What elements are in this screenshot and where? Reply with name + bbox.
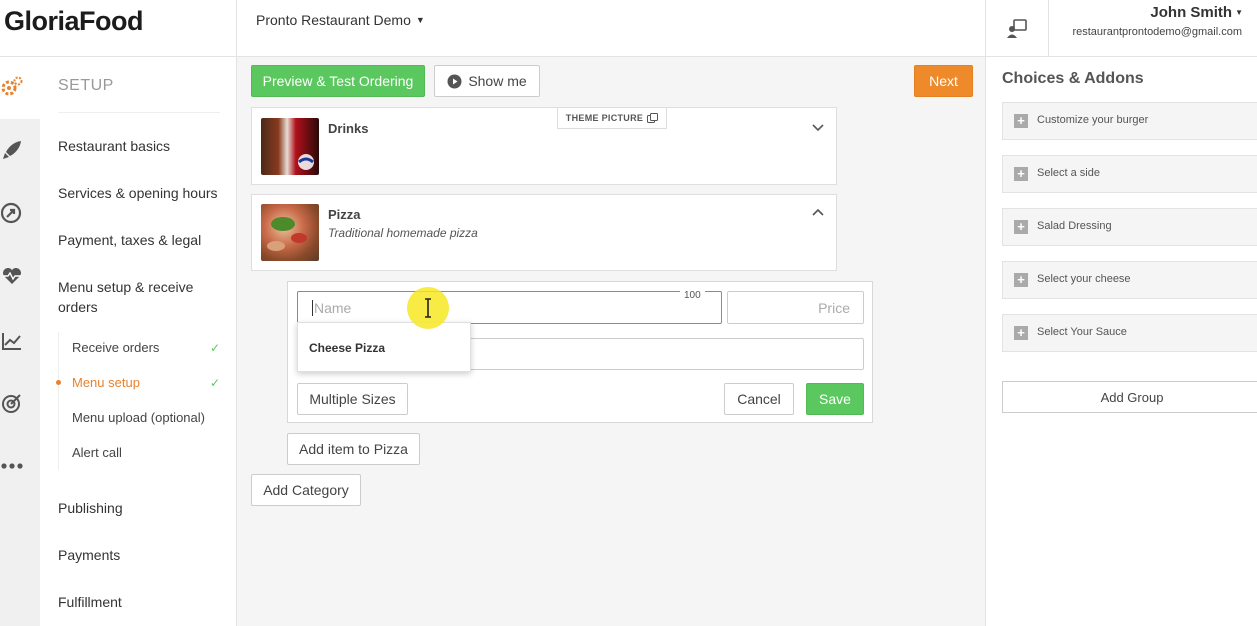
nav-menu-setup-receive-orders[interactable]: Menu setup & receive orders [58,277,208,317]
caret-down-icon: ▼ [415,15,425,25]
category-description: Traditional homemade pizza [328,226,478,240]
subnav-label: Menu setup [72,375,140,390]
user-email: restaurantprontodemo@gmail.com [1072,26,1242,38]
item-name-placeholder: Name [314,299,352,316]
add-group-button[interactable]: Add Group [1002,381,1257,413]
addon-group-label: Customize your burger [1037,114,1149,126]
cancel-button[interactable]: Cancel [724,383,794,415]
plus-icon: + [1014,167,1028,181]
multiple-sizes-button[interactable]: Multiple Sizes [297,383,408,415]
subnav-label: Menu upload (optional) [72,410,205,425]
user-name: John Smith [1150,4,1233,21]
cursor-highlight [407,287,449,329]
nav-publishing[interactable]: Publishing [58,498,228,518]
plus-icon: + [1014,273,1028,287]
support-button[interactable] [985,0,1049,57]
chart-line-icon[interactable] [0,328,24,354]
nav-payments[interactable]: Payments [58,545,228,565]
active-dot-icon [56,380,61,385]
addon-group-label: Select Your Sauce [1037,326,1127,338]
category-card-pizza[interactable]: Pizza Traditional homemade pizza [251,194,837,271]
setup-sidebar: SETUP Restaurant basics Services & openi… [40,57,237,626]
addon-group-label: Select your cheese [1037,273,1131,285]
more-dots-icon[interactable] [0,453,24,479]
name-suggestion-dropdown: Cheese Pizza [297,322,471,372]
divider [58,112,220,113]
top-header: GloriaFood Pronto Restaurant Demo ▼ John … [0,0,1257,57]
check-icon: ✓ [209,341,220,355]
text-cursor-icon [425,298,431,318]
category-card-drinks[interactable]: Drinks [251,107,837,185]
chevron-up-icon[interactable] [812,207,824,219]
addon-group[interactable]: + Customize your burger [1002,102,1257,140]
setup-title: SETUP [58,77,114,94]
addon-group[interactable]: + Select your cheese [1002,261,1257,299]
drinks-thumbnail [261,118,319,175]
copy-icon [647,112,659,123]
heart-pulse-icon[interactable] [0,263,24,289]
chevron-down-icon[interactable] [812,121,824,133]
play-circle-icon [447,74,462,88]
caret-down-icon: ▼ [1235,8,1243,17]
nav-restaurant-basics[interactable]: Restaurant basics [58,136,228,156]
plus-icon: + [1014,220,1028,234]
item-name-input[interactable]: Name 100 [297,290,722,324]
addon-group-label: Select a side [1037,167,1100,179]
next-button[interactable]: Next [914,65,973,97]
subnav-line [58,332,59,470]
arrow-circle-icon[interactable] [0,200,24,226]
save-button[interactable]: Save [806,383,864,415]
panel-title: Choices & Addons [1002,70,1144,87]
plus-icon: + [1014,114,1028,128]
restaurant-selector[interactable]: Pronto Restaurant Demo ▼ [256,12,425,28]
show-me-button[interactable]: Show me [434,65,540,97]
subnav-menu-upload[interactable]: Menu upload (optional) [72,410,222,425]
gears-icon[interactable] [0,73,24,99]
theme-picture-button[interactable]: THEME PICTURE [557,107,667,129]
add-item-form: Name 100 Price Cheese Pizza Multiple Siz… [287,281,873,423]
preview-test-ordering-button[interactable]: Preview & Test Ordering [251,65,425,97]
show-me-label: Show me [468,73,527,89]
addon-group[interactable]: + Select a side [1002,155,1257,193]
pizza-thumbnail [261,204,319,261]
item-price-input[interactable]: Price [727,291,864,324]
char-counter: 100 [680,290,705,301]
nav-services-opening-hours[interactable]: Services & opening hours [58,183,228,203]
plus-icon: + [1014,326,1028,340]
subnav-menu-setup[interactable]: Menu setup [72,375,222,390]
subnav-label: Receive orders [72,340,160,355]
user-menu[interactable]: John Smith ▼ [1150,4,1243,21]
logo-area: GloriaFood [0,0,237,57]
support-agent-icon [1007,18,1027,38]
text-caret [312,300,313,316]
item-price-placeholder: Price [818,299,850,316]
subnav-alert-call[interactable]: Alert call [72,445,222,460]
add-item-button[interactable]: Add item to Pizza [287,433,420,465]
theme-picture-label: THEME PICTURE [565,113,644,123]
nav-payment-taxes-legal[interactable]: Payment, taxes & legal [58,230,228,250]
choices-addons-panel: Choices & Addons + Customize your burger … [985,57,1257,626]
category-name: Drinks [328,121,369,136]
subnav-label: Alert call [72,445,122,460]
gloriafood-logo[interactable]: GloriaFood [4,6,144,37]
category-name: Pizza [328,207,361,222]
addon-group[interactable]: + Select Your Sauce [1002,314,1257,352]
add-category-button[interactable]: Add Category [251,474,361,506]
icon-rail [0,57,40,626]
addon-group[interactable]: + Salad Dressing [1002,208,1257,246]
menu-editor: Preview & Test Ordering Show me Next Dri… [237,57,985,626]
nav-fulfillment[interactable]: Fulfillment [58,592,228,612]
target-icon[interactable] [0,390,24,416]
rocket-icon[interactable] [0,137,24,163]
suggestion-cheese-pizza[interactable]: Cheese Pizza [309,341,385,355]
subnav-receive-orders[interactable]: Receive orders [72,340,222,355]
restaurant-name: Pronto Restaurant Demo [256,12,411,28]
check-icon: ✓ [209,376,220,390]
addon-group-label: Salad Dressing [1037,220,1112,232]
